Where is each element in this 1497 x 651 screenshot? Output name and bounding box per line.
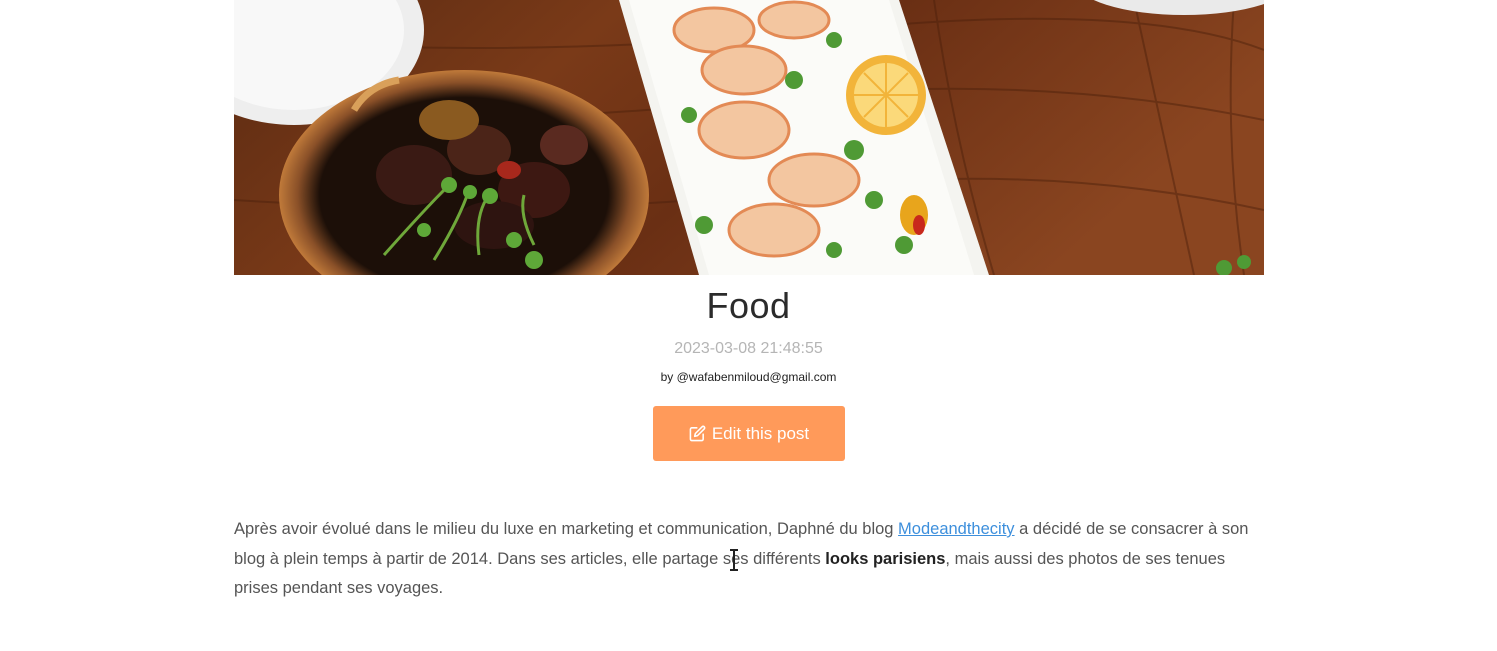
post-date: 2023-03-08 21:48:55 bbox=[674, 340, 823, 357]
blog-link[interactable]: Modeandthecity bbox=[898, 520, 1015, 538]
edit-icon bbox=[689, 425, 706, 442]
edit-post-button[interactable]: Edit this post bbox=[653, 406, 845, 461]
page: Food 2023-03-08 21:48:55 by @wafabenmilo… bbox=[0, 0, 1497, 651]
post-content: Après avoir évolué dans le milieu du lux… bbox=[234, 515, 1269, 604]
post-content-text: Après avoir évolué dans le milieu du lux… bbox=[234, 520, 899, 538]
edit-post-button-label: Edit this post bbox=[711, 423, 810, 443]
post-author: by @wafabenmiloud@gmail.com bbox=[660, 370, 837, 384]
post-content-bold: looks parisiens bbox=[825, 549, 946, 568]
post-title: Food bbox=[706, 285, 791, 326]
post-cover-image bbox=[234, 0, 1264, 275]
food-photo bbox=[234, 0, 1264, 275]
